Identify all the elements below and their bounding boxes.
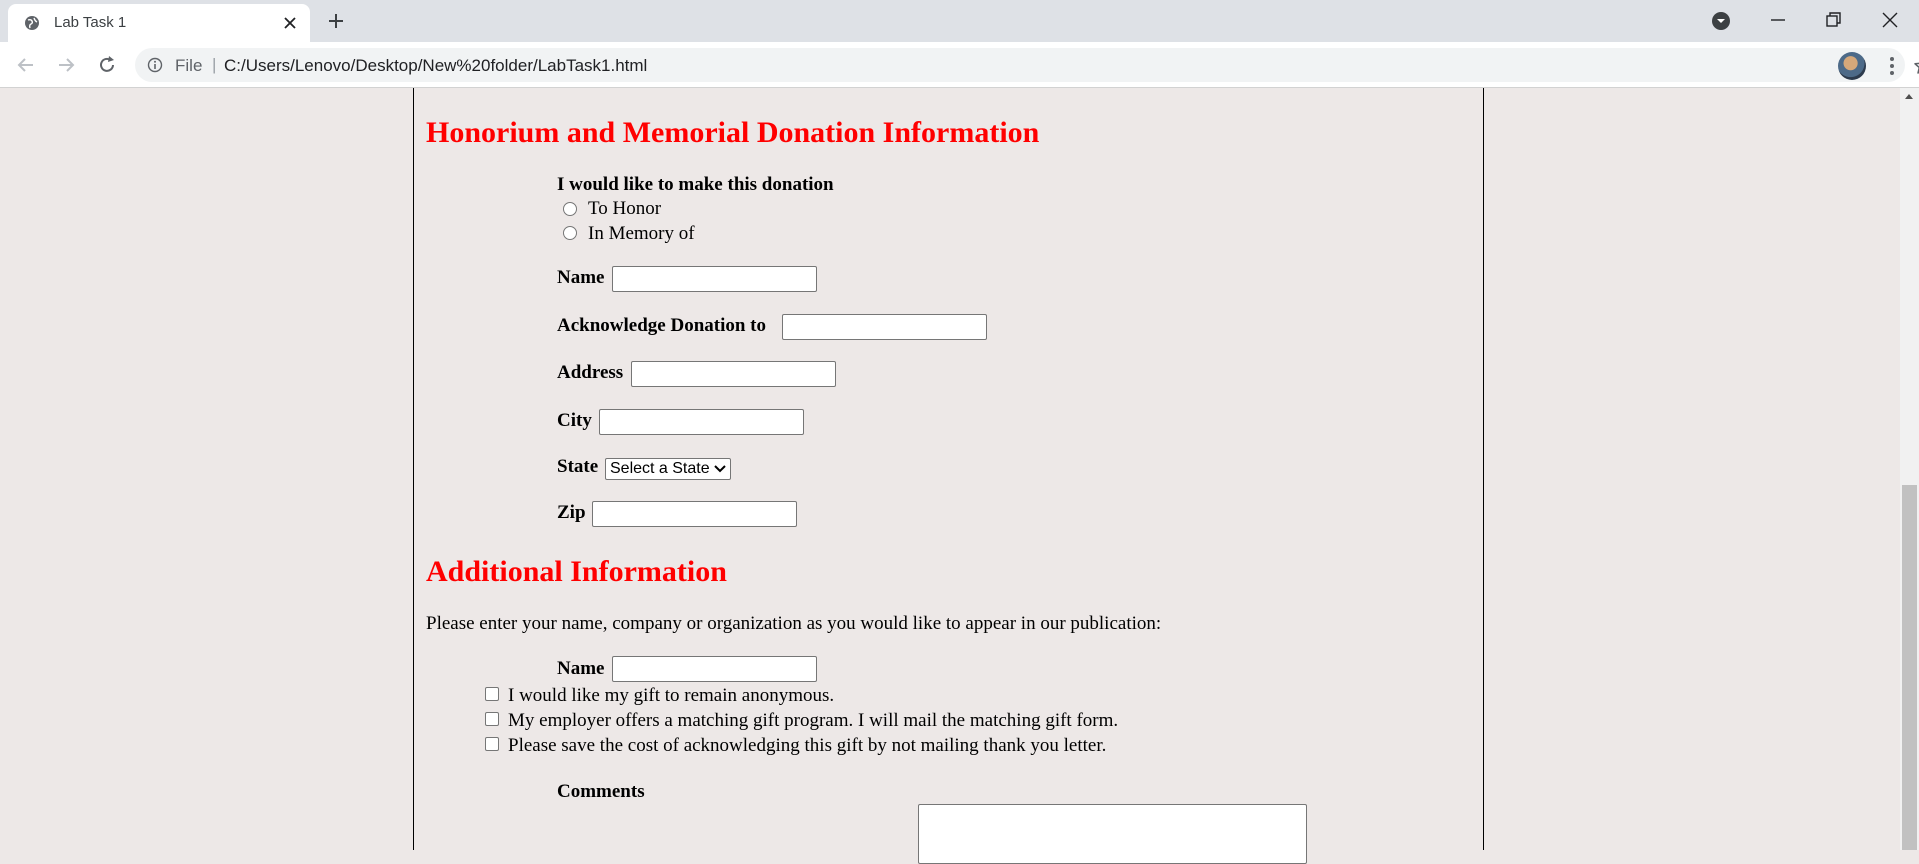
new-tab-icon[interactable] [325, 10, 347, 32]
no-mail-label: Please save the cost of acknowledging th… [508, 735, 1107, 756]
address-label: Address [557, 362, 624, 383]
honoree-name-input[interactable] [612, 266, 817, 292]
profile-avatar[interactable] [1838, 52, 1866, 80]
browser-tab[interactable]: Lab Task 1 [8, 4, 310, 42]
file-scheme-label: File [175, 56, 203, 75]
city-label: City [557, 410, 592, 431]
tab-strip: Lab Task 1 [0, 0, 1919, 42]
anonymous-checkbox[interactable] [485, 687, 499, 701]
city-input[interactable] [599, 409, 804, 435]
page-scrollbar[interactable] [1900, 88, 1919, 850]
omnibox[interactable]: File | C:/Users/Lenovo/Desktop/New%20fol… [135, 48, 1919, 82]
close-window-icon[interactable] [1878, 8, 1902, 32]
acknowledge-label: Acknowledge Donation to [557, 315, 767, 336]
zip-input[interactable] [592, 501, 797, 527]
url-separator: | [212, 55, 217, 74]
close-tab-icon[interactable] [280, 13, 300, 33]
anonymous-label: I would like my gift to remain anonymous… [508, 685, 835, 706]
honorium-heading: Honorium and Memorial Donation Informati… [426, 116, 1040, 149]
address-input[interactable] [631, 361, 836, 387]
forward-icon[interactable] [54, 53, 78, 77]
additional-heading: Additional Information [426, 555, 727, 588]
globe-icon [25, 16, 39, 30]
zip-label: Zip [557, 502, 586, 523]
restore-icon[interactable] [1821, 8, 1845, 32]
scroll-thumb[interactable] [1902, 485, 1917, 850]
state-select[interactable]: Select a State [605, 458, 731, 480]
comments-label: Comments [557, 781, 645, 802]
publication-instruction: Please enter your name, company or organ… [426, 613, 1162, 634]
scroll-up-arrow-icon[interactable] [1905, 94, 1913, 99]
matching-gift-label: My employer offers a matching gift progr… [508, 710, 1119, 731]
tab-search-icon[interactable] [1709, 8, 1733, 32]
reload-icon[interactable] [95, 53, 119, 77]
to-honor-label: To Honor [588, 198, 662, 219]
minimize-icon[interactable] [1766, 8, 1790, 32]
state-select-value: Select a State [610, 460, 710, 477]
matching-gift-checkbox[interactable] [485, 712, 499, 726]
donation-prompt: I would like to make this donation [557, 174, 834, 195]
bookmark-star-icon[interactable] [1913, 56, 1919, 76]
acknowledge-input[interactable] [782, 314, 987, 340]
info-icon[interactable] [147, 57, 163, 73]
to-honor-radio[interactable] [563, 202, 577, 216]
comments-textarea[interactable] [918, 804, 1307, 864]
back-icon[interactable] [14, 53, 38, 77]
no-mail-checkbox[interactable] [485, 737, 499, 751]
in-memory-label: In Memory of [588, 223, 695, 244]
publication-name-label: Name [557, 658, 605, 679]
name-label: Name [557, 267, 605, 288]
in-memory-radio[interactable] [563, 226, 577, 240]
more-menu-icon[interactable] [1882, 54, 1902, 78]
state-label: State [557, 456, 599, 477]
chevron-down-icon [713, 465, 726, 473]
address-bar: File | C:/Users/Lenovo/Desktop/New%20fol… [0, 42, 1919, 88]
url-text[interactable]: C:/Users/Lenovo/Desktop/New%20folder/Lab… [224, 56, 647, 76]
tab-title: Lab Task 1 [54, 14, 127, 31]
publication-name-input[interactable] [612, 656, 817, 682]
